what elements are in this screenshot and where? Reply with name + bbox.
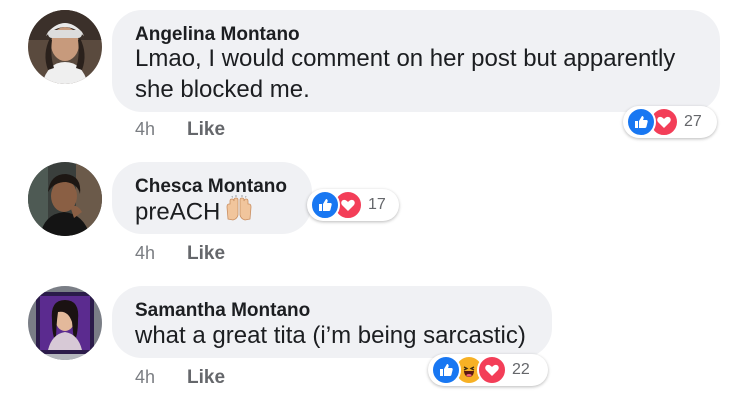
reaction-count: 22 xyxy=(512,361,530,378)
like-icon xyxy=(310,190,340,220)
avatar[interactable] xyxy=(28,286,102,360)
reaction-summary[interactable]: 22 xyxy=(428,354,548,386)
comment-timestamp[interactable]: 4h xyxy=(135,367,155,388)
like-icon xyxy=(626,107,656,137)
like-button[interactable]: Like xyxy=(187,367,225,389)
comment-text: what a great tita (i’m being sarcastic) xyxy=(135,322,526,349)
comment-samantha: Samantha Montano what a great tita (i’m … xyxy=(0,0,750,401)
like-icon xyxy=(431,355,461,385)
love-icon xyxy=(477,355,507,385)
